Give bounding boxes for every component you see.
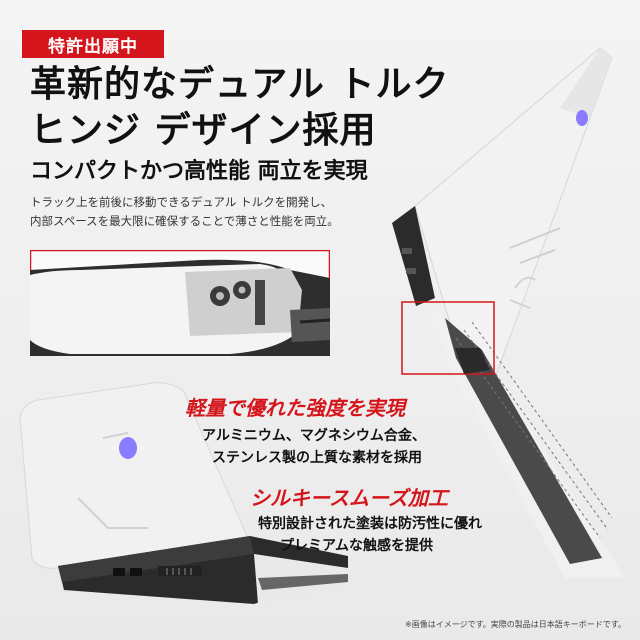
patent-pending-badge: 特許出願中 <box>22 30 164 58</box>
feature-2-line-1: 特別設計された塗装は防汚性に優れ <box>258 516 482 532</box>
subheadline: コンパクトかつ高性能 両立を実現 <box>30 159 368 184</box>
feature-1-text: アルミニウム、マグネシウム合金、 ステンレス製の上質な素材を採用 <box>202 425 426 469</box>
description-line-1: トラック上を前後に移動できるデュアル トルクを開発し、 <box>30 195 333 209</box>
description: トラック上を前後に移動できるデュアル トルクを開発し、 内部スペースを最大限に確… <box>30 193 339 231</box>
description-line-2: 内部スペースを最大限に確保することで薄さと性能を両立。 <box>30 214 339 228</box>
feature-1-line-2: ステンレス製の上質な素材を採用 <box>212 450 422 466</box>
alien-logo-icon <box>576 110 588 126</box>
feature-2-line-2: プレミアムな触感を提供 <box>280 538 434 554</box>
hinge-closeup-image <box>30 250 330 356</box>
feature-1-line-1: アルミニウム、マグネシウム合金、 <box>202 428 426 444</box>
feature-1-title: 軽量で優れた強度を実現 <box>185 396 405 420</box>
feature-2-text: 特別設計された塗装は防汚性に優れ プレミアムな触感を提供 <box>258 513 482 557</box>
alien-logo-icon <box>119 437 137 459</box>
feature-2-title: シルキースムーズ加工 <box>250 486 448 510</box>
footnote: ※画像はイメージです。実際の製品は日本語キーボードです。 <box>405 620 626 629</box>
